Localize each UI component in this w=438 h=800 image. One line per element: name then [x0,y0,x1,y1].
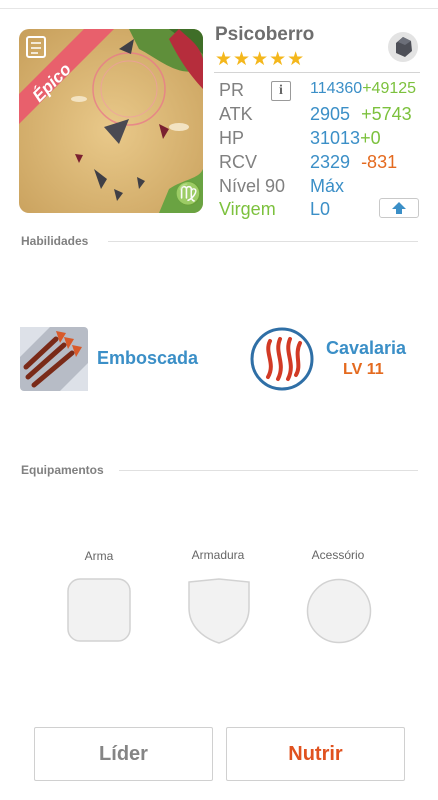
stat-atk-value: 2905 [310,104,351,124]
stat-rcv-label: RCV [219,152,258,172]
stat-hp-value: 31013 [310,128,361,148]
stat-pr: 114360+49125 [310,80,416,98]
equip-label-acessorio: Acessório [311,548,365,562]
equip-label-arma: Arma [84,549,114,563]
equip-label-armadura: Armadura [191,548,245,562]
skills-section-title: Habilidades [21,234,89,248]
stats-divider [214,72,420,73]
stat-atk: 2905 +5743 [310,104,412,125]
claw-marks-icon[interactable] [250,327,314,391]
stat-hp-delta: +0 [360,128,381,148]
stat-rcv-delta: -831 [361,152,398,172]
stat-rcv: 2329 -831 [310,152,397,173]
sign-level-value: L0 [310,199,331,219]
weapon-slot[interactable] [67,578,131,642]
upgrade-button[interactable] [379,198,419,218]
skill-name-emboscada: Emboscada [97,348,199,368]
stat-rcv-value: 2329 [310,152,351,172]
skill-name-cavalaria: Cavalaria [326,338,407,358]
armor-slot[interactable] [187,578,251,644]
star-rating: ★★★★★ [215,49,306,70]
sign-label: Virgem [219,199,276,219]
arrows-icon[interactable] [20,327,88,391]
equipment-section-title: Equipamentos [21,463,104,477]
info-button[interactable]: i [271,81,291,101]
equipment-divider [119,470,418,471]
leader-button[interactable]: Líder [34,727,213,781]
stat-hp: 31013+0 [310,128,381,149]
level-value: Máx [310,176,345,196]
stat-pr-value: 114360 [310,80,363,97]
character-portrait[interactable]: Épico ♍ [19,29,203,213]
character-name: Psicoberro [215,24,315,45]
accessory-slot[interactable] [306,578,372,644]
virgo-icon: ♍ [175,181,203,206]
stat-pr-delta: +49125 [362,80,417,97]
level-label: Nível 90 [219,176,286,196]
feed-button[interactable]: Nutrir [226,727,405,781]
arrow-up-icon [392,202,406,214]
stat-atk-delta: +5743 [361,104,412,124]
skill-level: LV 11 [343,361,384,378]
stat-hp-label: HP [219,128,245,148]
skills-divider [108,241,418,242]
stat-atk-label: ATK [219,104,253,124]
stat-pr-label: PR [219,80,245,100]
element-gem-icon [387,31,419,63]
top-divider [0,8,438,9]
